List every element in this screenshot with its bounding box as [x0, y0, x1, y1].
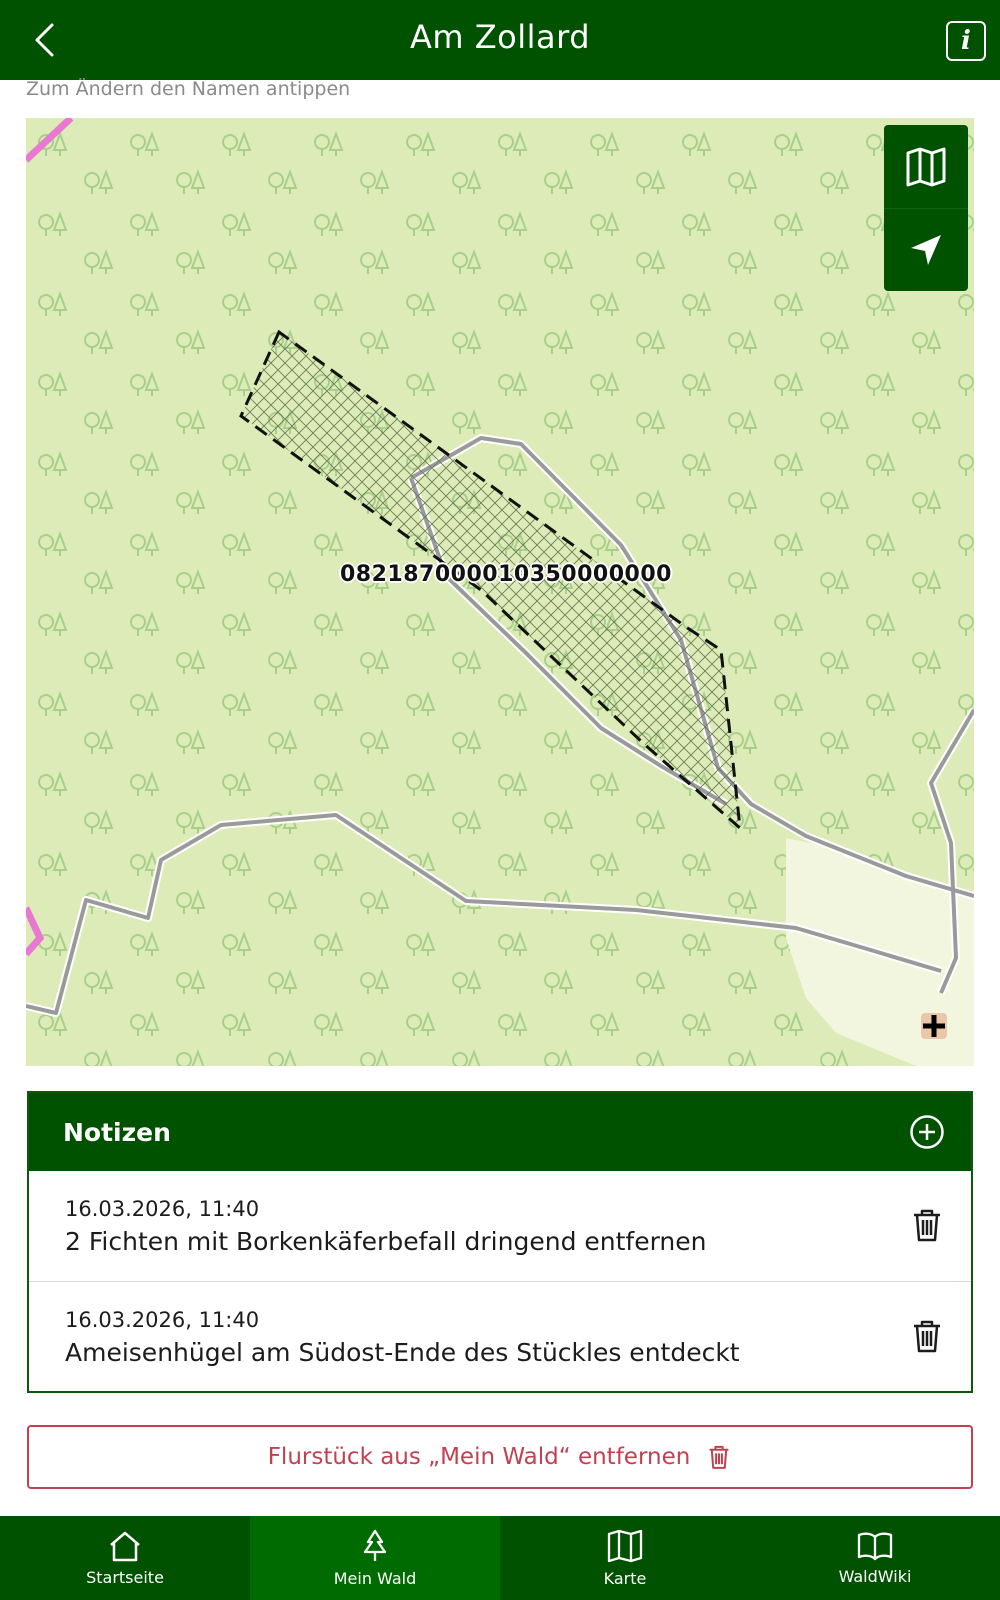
tree-icon: [363, 1529, 387, 1561]
remove-parcel-button[interactable]: Flurstück aus „Mein Wald“ entfernen: [27, 1425, 973, 1489]
parcel-id-label: 082187000010350000000: [340, 562, 672, 587]
nav-tab-mein-wald[interactable]: Mein Wald: [250, 1516, 500, 1600]
note-text: 2 Fichten mit Borkenkäferbefall dringend…: [65, 1227, 707, 1256]
nav-label: WaldWiki: [838, 1566, 912, 1586]
map-layer-button[interactable]: [884, 125, 968, 208]
trash-icon: [709, 1445, 729, 1469]
notes-panel: Notizen 16.03.2026, 11:40 2 Fichten mit …: [27, 1091, 973, 1393]
home-icon: [110, 1531, 140, 1561]
map-controls: [884, 125, 968, 291]
note-date: 16.03.2026, 11:40: [65, 1308, 260, 1332]
nav-label: Startseite: [86, 1567, 164, 1587]
nav-tab-karte[interactable]: Karte: [500, 1516, 750, 1600]
app-header: Am Zollard i: [0, 0, 1000, 80]
note-item[interactable]: 16.03.2026, 11:40 2 Fichten mit Borkenkä…: [29, 1171, 971, 1281]
remove-parcel-label: Flurstück aus „Mein Wald“ entfernen: [267, 1444, 691, 1470]
rename-hint: Zum Ändern den Namen antippen: [26, 78, 351, 100]
note-item[interactable]: 16.03.2026, 11:40 Ameisenhügel am Südost…: [29, 1281, 971, 1391]
add-note-icon[interactable]: [909, 1114, 945, 1150]
map-icon: [607, 1529, 643, 1562]
notes-title: Notizen: [63, 1117, 171, 1147]
nav-label: Mein Wald: [333, 1568, 417, 1588]
trash-icon[interactable]: [909, 1207, 945, 1243]
trash-icon[interactable]: [909, 1318, 945, 1354]
parcel-map[interactable]: 082187000010350000000: [26, 118, 974, 1066]
nav-tab-waldwiki[interactable]: WaldWiki: [750, 1516, 1000, 1600]
info-button[interactable]: i: [946, 21, 986, 61]
poi-marker-icon: [921, 1013, 947, 1039]
nav-tab-startseite[interactable]: Startseite: [0, 1516, 250, 1600]
note-date: 16.03.2026, 11:40: [65, 1197, 260, 1221]
info-icon: i: [961, 26, 971, 56]
page-title[interactable]: Am Zollard: [0, 18, 1000, 56]
nav-label: Karte: [603, 1568, 647, 1588]
note-text: Ameisenhügel am Südost-Ende des Stückles…: [65, 1338, 740, 1367]
notes-header: Notizen: [29, 1093, 971, 1171]
book-icon: [857, 1532, 893, 1560]
map-icon: [906, 147, 946, 186]
locate-button[interactable]: [884, 208, 968, 291]
location-arrow-icon: [911, 235, 941, 265]
map-canvas[interactable]: [26, 118, 974, 1066]
bottom-navigation: Startseite Mein Wald Karte WaldWiki: [0, 1516, 1000, 1600]
